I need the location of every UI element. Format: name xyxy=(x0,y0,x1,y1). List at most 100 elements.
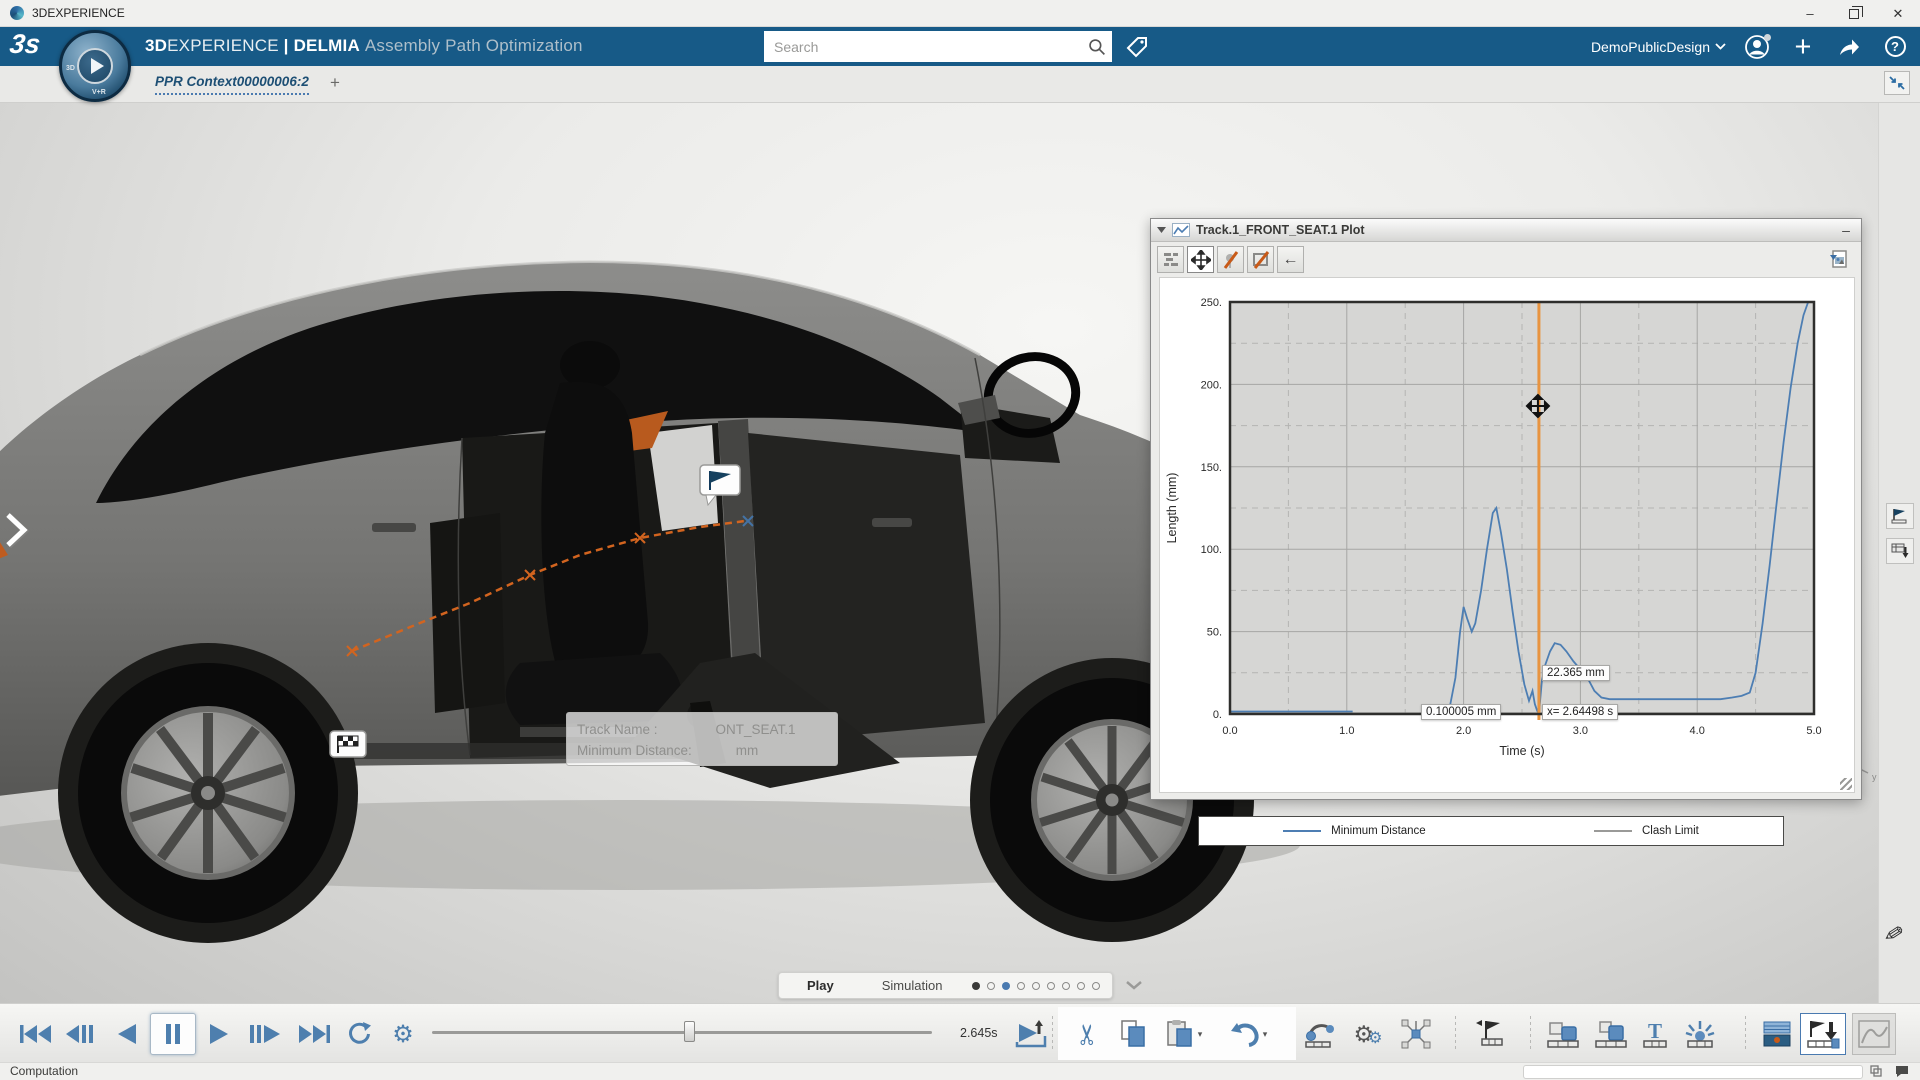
display-options-icon[interactable] xyxy=(1157,246,1184,273)
simulation-dot-filled-dark[interactable] xyxy=(972,981,981,990)
copy-icon[interactable] xyxy=(1114,1013,1154,1055)
paste-icon[interactable]: ▾ xyxy=(1160,1013,1208,1055)
paste-dropdown-caret[interactable]: ▾ xyxy=(1198,1029,1203,1040)
text-annotation-icon[interactable]: T xyxy=(1638,1013,1672,1055)
restore-button[interactable] xyxy=(1832,0,1876,27)
playback-settings-gear-icon[interactable]: ⚙ xyxy=(386,1013,420,1055)
robot-icon[interactable] xyxy=(1300,1013,1340,1055)
os-title-bar: 3DEXPERIENCE – ✕ xyxy=(0,0,1920,27)
simulation-dot-hollow[interactable] xyxy=(1062,981,1071,990)
svg-text:0.: 0. xyxy=(1213,709,1222,721)
simulation-dot-filled-blue[interactable] xyxy=(1002,981,1011,990)
undo-dropdown-caret[interactable]: ▾ xyxy=(1263,1029,1268,1040)
jump-to-start-button[interactable] xyxy=(16,1013,56,1055)
simulation-dot-hollow[interactable] xyxy=(1092,981,1101,990)
brand-divider: | xyxy=(283,36,289,55)
simulation-dot-hollow[interactable] xyxy=(1047,981,1056,990)
play-backward-button[interactable] xyxy=(112,1013,142,1055)
network-icon[interactable] xyxy=(1396,1013,1436,1055)
play-forward-button[interactable] xyxy=(204,1013,234,1055)
step-backward-button[interactable] xyxy=(62,1013,100,1055)
minimum-distance-chart[interactable]: 0.0 1.0 2.0 3.0 4.0 5.0 0. 50. 100. 150. 200. 250. T… xyxy=(1160,278,1856,758)
plot-window-title: Track.1_FRONT_SEAT.1 Plot xyxy=(1196,223,1365,237)
marker-disabled-icon[interactable] xyxy=(1217,246,1244,273)
table-download-rail-button[interactable] xyxy=(1886,538,1914,564)
start-flag-marker[interactable] xyxy=(329,730,367,758)
simulation-mode-label[interactable]: Simulation xyxy=(882,978,943,993)
export-video-icon[interactable] xyxy=(1012,1013,1052,1055)
tab-ppr-context[interactable]: PPR Context00000006:2 xyxy=(155,74,309,95)
pill-chevron-down-icon[interactable] xyxy=(1121,974,1147,996)
plot-chart-toolbar-icon[interactable] xyxy=(1852,1013,1896,1055)
collapse-viewport-button[interactable] xyxy=(1884,71,1910,95)
simulation-dot-hollow[interactable] xyxy=(1017,981,1026,990)
chat-icon[interactable] xyxy=(1894,1064,1910,1078)
brand-experience: EXPERIENCE xyxy=(167,36,279,55)
legend-clash-limit-label: Clash Limit xyxy=(1641,825,1699,837)
svg-text:250.: 250. xyxy=(1201,297,1222,309)
tag-icon[interactable] xyxy=(1122,33,1152,61)
plot-minimize-button[interactable]: – xyxy=(1837,222,1855,238)
process-gears-icon[interactable]: ⚙ ⚙ xyxy=(1348,1013,1388,1055)
back-arrow-icon[interactable]: ← xyxy=(1277,246,1304,273)
share-icon[interactable] xyxy=(1834,32,1864,62)
bottom-toolbar: ⚙ 2.645s ✂ ▾ ▾ ⚙ ⚙ T xyxy=(0,1003,1920,1062)
search-icon[interactable] xyxy=(1082,32,1112,62)
undo-icon[interactable]: ▾ xyxy=(1222,1013,1274,1055)
plot-window[interactable]: Track.1_FRONT_SEAT.1 Plot – ← 0.0 1.0 2.… xyxy=(1150,218,1862,846)
3d-compass[interactable]: 3D V+R xyxy=(59,30,131,102)
minimize-button[interactable]: – xyxy=(1788,0,1832,27)
chart-legend: Minimum Distance Clash Limit xyxy=(1198,816,1784,846)
simulation-step-dots[interactable] xyxy=(972,981,1101,990)
track-info-tooltip: Track Name : ONT_SEAT.1 Minimum Distance:… xyxy=(566,712,838,766)
resize-grip[interactable] xyxy=(1840,778,1852,790)
svg-text:T: T xyxy=(1648,1019,1662,1043)
user-menu[interactable]: DemoPublicDesign xyxy=(1591,39,1726,55)
simulation-play-pill[interactable]: Play Simulation xyxy=(778,972,1113,999)
timeline-slider-handle[interactable] xyxy=(684,1021,695,1042)
new-tab-button[interactable]: + xyxy=(330,73,340,93)
simulation-dot-hollow[interactable] xyxy=(1032,981,1041,990)
cut-icon[interactable]: ✂ xyxy=(1068,1013,1108,1055)
burst-highlight-icon[interactable] xyxy=(1680,1013,1720,1055)
right-tool-rail xyxy=(1878,103,1920,1003)
tooltip-track-name-value: ONT_SEAT.1 xyxy=(715,722,796,737)
user-avatar-icon[interactable] xyxy=(1742,32,1772,62)
play-label[interactable]: Play xyxy=(807,978,834,993)
plot-chart-area[interactable]: 0.0 1.0 2.0 3.0 4.0 5.0 0. 50. 100. 150. 200. 250. T… xyxy=(1159,277,1856,846)
area-select-disabled-icon[interactable] xyxy=(1247,246,1274,273)
application-window: 3DEXPERIENCE – ✕ 3s 3DEXPERIENCE | DELMI… xyxy=(0,0,1920,1080)
timeline-slider-track[interactable] xyxy=(432,1031,932,1034)
search-input[interactable] xyxy=(764,38,1082,55)
close-button[interactable]: ✕ xyxy=(1876,0,1920,27)
table-blue-icon[interactable] xyxy=(1758,1013,1796,1055)
jump-to-end-button[interactable] xyxy=(294,1013,334,1055)
user-menu-label: DemoPublicDesign xyxy=(1590,38,1710,55)
loop-button[interactable] xyxy=(342,1013,376,1055)
simulation-dot-hollow[interactable] xyxy=(1077,981,1086,990)
export-image-icon[interactable] xyxy=(1826,246,1853,273)
track-flag-rail-button[interactable] xyxy=(1886,503,1914,529)
simulation-dot-hollow[interactable] xyxy=(987,981,996,990)
track-flag-icon[interactable] xyxy=(1470,1013,1510,1055)
pause-button[interactable] xyxy=(150,1013,196,1055)
window-caret-icon[interactable] xyxy=(1157,227,1166,233)
plot-window-titlebar[interactable]: Track.1_FRONT_SEAT.1 Plot – xyxy=(1151,219,1861,242)
pan-icon[interactable] xyxy=(1187,246,1214,273)
compass-play-icon xyxy=(77,48,113,84)
svg-text:3.0: 3.0 xyxy=(1573,725,1588,737)
svg-text:200.: 200. xyxy=(1201,379,1222,391)
track-export-icon[interactable] xyxy=(1800,1013,1846,1055)
add-content-button[interactable]: + xyxy=(1788,32,1818,62)
svg-text:50.: 50. xyxy=(1207,627,1222,639)
legend-line-gray xyxy=(1593,830,1632,832)
notification-badge xyxy=(1764,33,1771,41)
help-icon[interactable]: ? xyxy=(1880,32,1910,62)
comment-input[interactable] xyxy=(1523,1065,1863,1079)
layers-icon[interactable] xyxy=(1868,1064,1884,1078)
chevron-down-icon xyxy=(1715,43,1726,50)
swap-products-alt-icon[interactable] xyxy=(1591,1013,1633,1055)
step-forward-button[interactable] xyxy=(246,1013,284,1055)
swap-products-icon[interactable] xyxy=(1543,1013,1585,1055)
app-brand: 3DEXPERIENCE | DELMIA Assembly Path Opti… xyxy=(145,36,583,56)
